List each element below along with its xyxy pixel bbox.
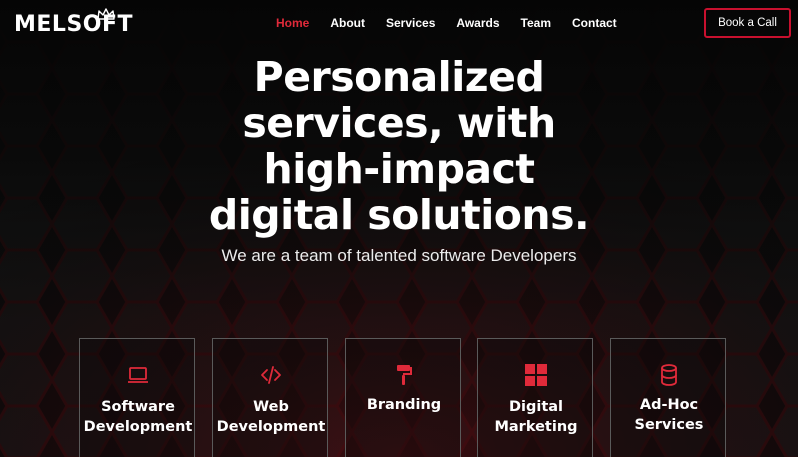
- hero-headline: Personalized services, with high-impact …: [0, 54, 798, 238]
- melsoft-logo[interactable]: MELSOFT: [14, 8, 133, 40]
- service-card-label: Ad-Hoc Services: [634, 397, 704, 433]
- service-card-label: Software Development: [83, 399, 193, 435]
- service-card-label: Web Development: [216, 399, 326, 435]
- hero-subtitle: We are a team of talented software Devel…: [221, 246, 577, 265]
- hero-headline-line: high-impact: [263, 145, 536, 193]
- nav-services-link[interactable]: Services: [386, 16, 435, 30]
- services-cards: Software Development Web Development Bra…: [79, 338, 729, 457]
- main-menu: Home About Services Awards Team Contact: [276, 16, 638, 30]
- hero-section: Personalized services, with high-impact …: [0, 54, 798, 266]
- book-a-call-button[interactable]: Book a Call: [704, 8, 791, 38]
- service-card-branding[interactable]: Branding: [345, 338, 461, 457]
- nav-awards-link[interactable]: Awards: [456, 16, 499, 30]
- service-card-software-development[interactable]: Software Development: [79, 338, 195, 457]
- paint-roller-icon: [397, 365, 412, 385]
- hero-headline-line: digital solutions.: [208, 191, 590, 239]
- nav-contact-link[interactable]: Contact: [572, 16, 617, 30]
- service-card-label: Branding: [366, 397, 442, 413]
- laptop-icon: [128, 367, 148, 383]
- nav-team-link[interactable]: Team: [521, 16, 551, 30]
- top-navbar: MELSOFT Home About Services Awards Team …: [0, 0, 798, 48]
- hero-headline-line: Personalized: [253, 53, 545, 101]
- service-card-ad-hoc-services[interactable]: Ad-Hoc Services: [610, 338, 726, 457]
- database-icon: [661, 364, 677, 386]
- code-icon: [261, 366, 281, 384]
- hero-headline-line: services, with: [242, 99, 556, 147]
- grid-icon: [525, 364, 547, 386]
- crown-icon: [97, 8, 115, 20]
- nav-about-link[interactable]: About: [330, 16, 365, 30]
- service-card-web-development[interactable]: Web Development: [212, 338, 328, 457]
- service-card-digital-marketing[interactable]: Digital Marketing: [477, 338, 593, 457]
- service-card-label: Digital Marketing: [494, 399, 578, 435]
- nav-home-link[interactable]: Home: [276, 16, 309, 30]
